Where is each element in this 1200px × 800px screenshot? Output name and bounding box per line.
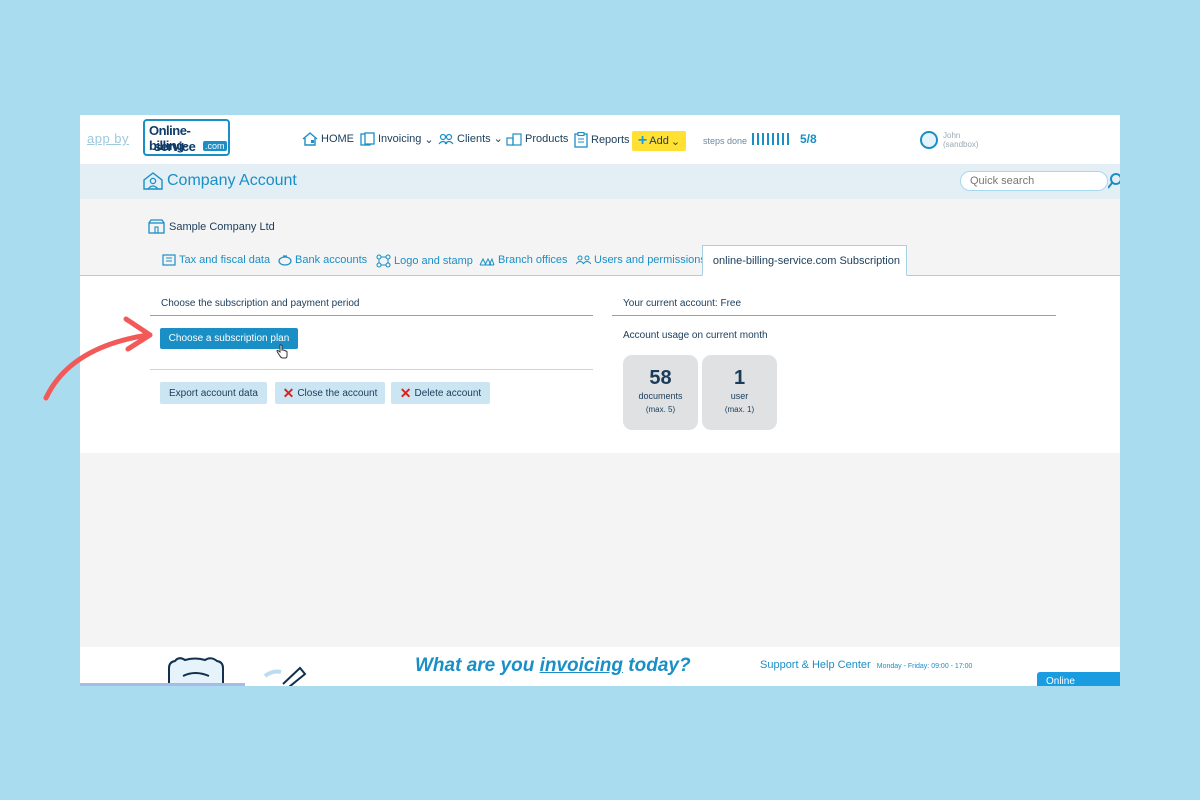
tab-bank-accounts[interactable]: Bank accounts xyxy=(278,254,367,266)
tagline-invoicing: invoicing xyxy=(539,655,623,676)
nav-products[interactable]: Products xyxy=(506,132,568,146)
invoice-stack-icon xyxy=(360,132,375,146)
tagline-you: you xyxy=(500,655,535,676)
annotation-arrow-icon xyxy=(43,316,153,401)
support-title: Support & Help Center xyxy=(760,659,871,671)
steps-label: steps done xyxy=(703,136,748,146)
tab-label: Users and permissions xyxy=(594,254,706,266)
tab-label: Tax and fiscal data xyxy=(179,254,271,266)
support-hours: Monday - Friday: 09:00 - 17:00 xyxy=(876,663,973,670)
add-button-label: Add xyxy=(649,135,669,147)
add-button[interactable]: + Add ⌄ xyxy=(632,131,686,151)
subscription-panel: Choose the subscription and payment peri… xyxy=(80,276,1120,453)
chevron-down-icon: ⌄ xyxy=(424,133,434,146)
clipboard-icon xyxy=(574,132,588,148)
brand-logo[interactable]: Online-billing- service .com xyxy=(143,119,230,156)
app-window: app by Online-billing- service .com HOME… xyxy=(80,115,1120,686)
tab-label: online-billing-service.com Subscription xyxy=(712,254,900,267)
piggy-bank-icon xyxy=(278,255,292,266)
usage-label: Account usage on current month xyxy=(623,330,768,341)
documents-usage-card: 58 documents (max. 5) xyxy=(623,355,698,430)
delete-x-icon: ✕ xyxy=(399,385,412,401)
users-usage-card: 1 user (max. 1) xyxy=(702,355,777,430)
online-chat-button[interactable]: Online xyxy=(1037,672,1120,686)
tab-label: Bank accounts xyxy=(295,254,368,266)
page-header: Company Account xyxy=(80,164,1120,199)
current-account-title: Your current account: Free xyxy=(623,298,742,309)
search-icon[interactable] xyxy=(1108,173,1120,189)
page-title: Company Account xyxy=(143,172,297,190)
branches-icon xyxy=(479,257,495,265)
plus-icon: + xyxy=(637,132,648,149)
usage-max: (max. 1) xyxy=(724,405,755,414)
company-name-text: Sample Company Ltd xyxy=(169,220,275,233)
export-label: Export account data xyxy=(169,387,258,399)
nav-home-label: HOME xyxy=(321,133,354,145)
app-by-link[interactable]: app by xyxy=(87,131,129,146)
nav-invoicing[interactable]: Invoicing ⌄ xyxy=(360,132,434,146)
top-navigation: app by Online-billing- service .com HOME… xyxy=(80,115,1120,164)
section-divider xyxy=(612,315,1056,316)
chevron-down-icon: ⌄ xyxy=(670,135,681,148)
footer: What are you invoicing today? Support & … xyxy=(80,647,1120,686)
building-icon xyxy=(148,219,165,234)
company-name: Sample Company Ltd xyxy=(148,219,275,234)
logo-line-2: service xyxy=(154,139,196,154)
close-account-button[interactable]: ✕ Close the account xyxy=(275,382,385,404)
nav-reports-label: Reports xyxy=(591,134,630,146)
usage-label: documents xyxy=(638,391,683,401)
steps-count: 5/8 xyxy=(800,132,817,146)
products-icon xyxy=(506,133,522,146)
footer-accent-bar xyxy=(80,683,245,686)
users-icon xyxy=(576,255,591,265)
tab-subscription[interactable]: online-billing-service.com Subscription xyxy=(702,245,907,276)
tax-icon xyxy=(162,254,176,266)
chevron-down-icon: ⌄ xyxy=(493,133,503,145)
tagline-part-1: What are xyxy=(415,655,501,676)
usage-max: (max. 5) xyxy=(645,405,676,414)
nav-clients[interactable]: Clients ⌄ xyxy=(438,132,503,145)
nav-clients-label: Clients xyxy=(457,132,491,145)
export-account-button[interactable]: Export account data xyxy=(160,382,267,404)
gear-icon xyxy=(709,260,710,261)
tab-branch-offices[interactable]: Branch offices xyxy=(479,254,568,266)
user-environment: (sandbox) xyxy=(943,140,979,149)
tab-users-permissions[interactable]: Users and permissions xyxy=(576,254,706,266)
home-icon xyxy=(302,132,318,146)
tagline-part-2: today? xyxy=(623,655,691,676)
section-divider xyxy=(150,315,593,316)
delete-label: Delete account xyxy=(414,387,482,399)
section-divider xyxy=(150,369,593,370)
nav-home[interactable]: HOME xyxy=(302,132,354,146)
logo-tld: .com xyxy=(203,141,227,151)
delete-account-button[interactable]: ✕ Delete account xyxy=(391,382,490,404)
nav-invoicing-label: Invoicing xyxy=(378,133,422,145)
usage-value: 58 xyxy=(649,367,672,389)
subscription-section-title: Choose the subscription and payment peri… xyxy=(161,298,360,309)
company-account-icon xyxy=(143,172,163,190)
nav-reports[interactable]: Reports xyxy=(574,132,630,148)
tab-logo-stamp[interactable]: Logo and stamp xyxy=(376,254,473,268)
clients-icon xyxy=(438,133,454,144)
user-name: John xyxy=(943,131,961,140)
user-avatar-icon[interactable] xyxy=(920,131,938,149)
usage-label: user xyxy=(730,391,749,401)
close-label: Close the account xyxy=(297,387,378,399)
nav-products-label: Products xyxy=(525,133,569,145)
account-tabs: Tax and fiscal data Bank accounts Logo a… xyxy=(80,245,1120,276)
support-center[interactable]: Support & Help Center Monday - Friday: 0… xyxy=(760,659,972,671)
steps-progress xyxy=(752,133,789,145)
tab-label: Logo and stamp xyxy=(394,255,473,267)
usage-value: 1 xyxy=(733,367,746,389)
tab-label: Branch offices xyxy=(498,254,568,266)
mascot-illustration xyxy=(168,657,307,686)
hand-cursor-icon xyxy=(276,344,288,359)
tab-tax-fiscal[interactable]: Tax and fiscal data xyxy=(162,254,270,266)
footer-tagline: What are you invoicing today? xyxy=(415,655,691,677)
page-title-text: Company Account xyxy=(167,172,297,189)
quick-search-input[interactable] xyxy=(960,171,1108,191)
close-x-icon: ✕ xyxy=(282,385,295,401)
user-menu[interactable]: John (sandbox) xyxy=(943,131,979,149)
stamp-icon xyxy=(376,254,391,268)
